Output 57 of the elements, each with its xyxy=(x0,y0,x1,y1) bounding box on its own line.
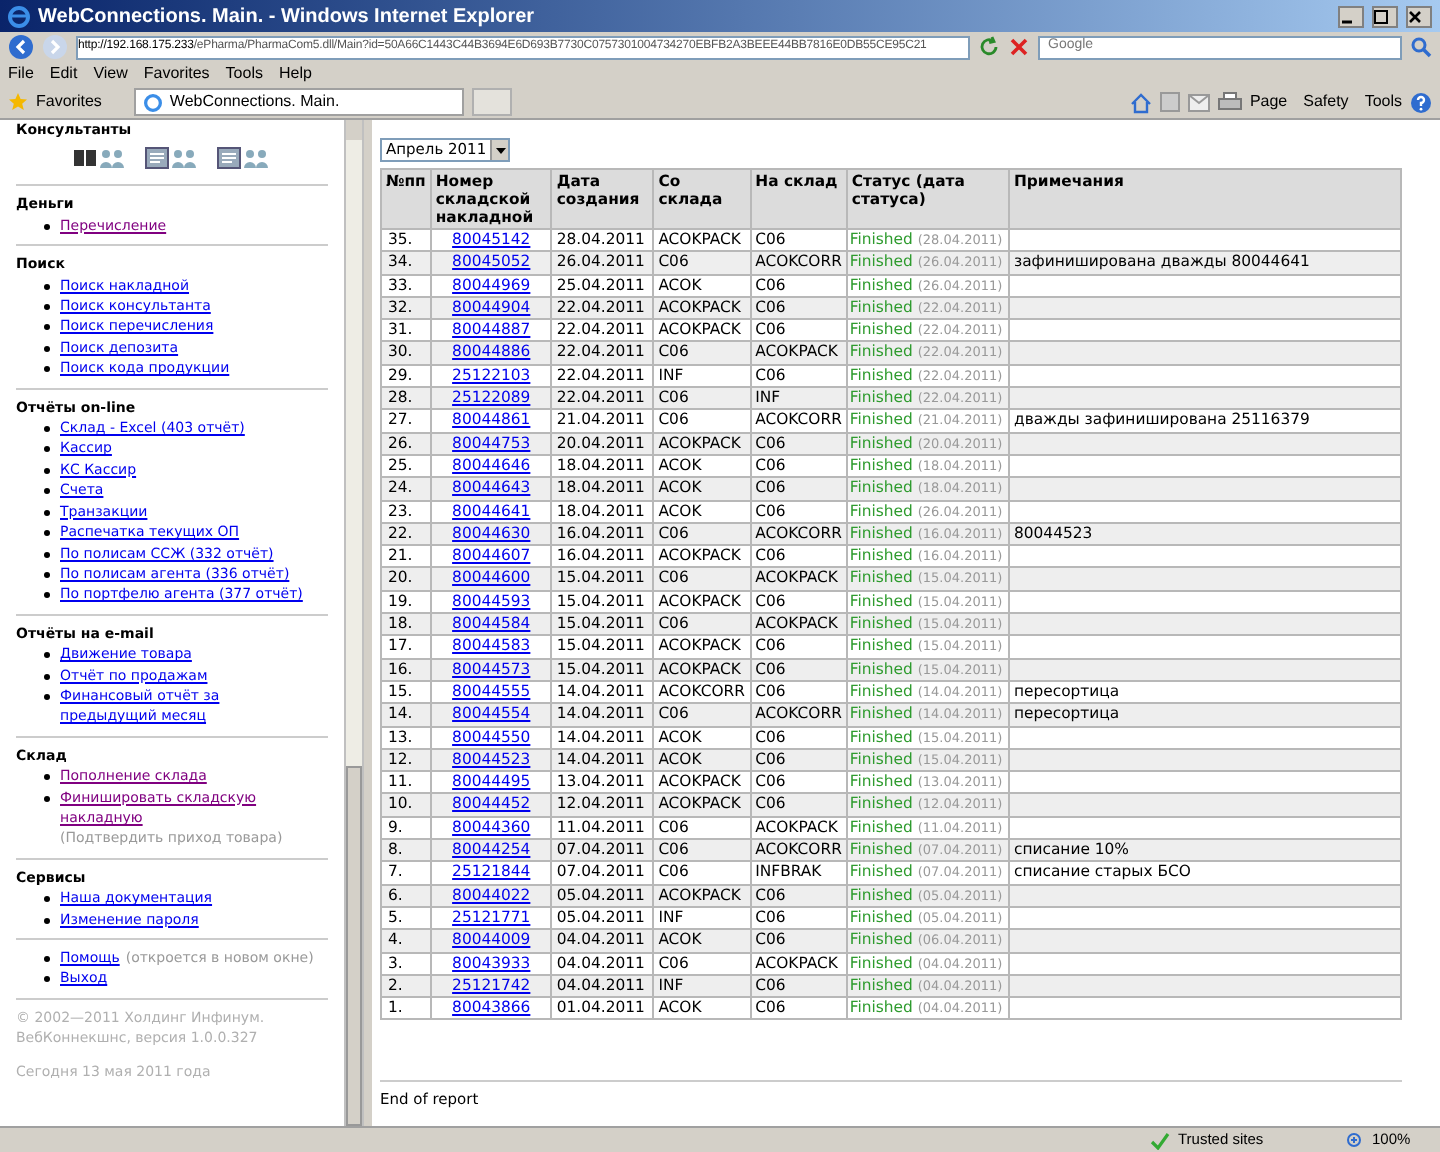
close-button[interactable] xyxy=(1406,5,1432,27)
bullet-icon xyxy=(44,795,50,802)
close-icon xyxy=(1408,9,1422,23)
home-icon[interactable] xyxy=(1129,91,1152,113)
bullet-icon xyxy=(44,304,50,311)
help-icon[interactable] xyxy=(1410,91,1432,113)
command-button[interactable]: Safety xyxy=(1303,90,1349,114)
bullet-icon xyxy=(44,673,50,680)
form-people-icon[interactable] xyxy=(216,146,272,171)
check-icon xyxy=(1150,1131,1170,1149)
menu-item[interactable]: View xyxy=(93,62,128,86)
back-icon[interactable] xyxy=(8,34,34,60)
search-icon[interactable] xyxy=(1410,36,1432,58)
menu-item[interactable]: Tools xyxy=(225,62,263,86)
bullet-icon xyxy=(44,509,50,516)
bullet-icon xyxy=(44,283,50,290)
maximize-button[interactable] xyxy=(1372,5,1398,27)
window-title: WebConnections. Main. - Windows Internet Explorer xyxy=(38,3,537,31)
bullet-icon xyxy=(44,652,50,659)
browser-tab[interactable]: WebConnections. Main. xyxy=(133,88,464,116)
document-people-icon[interactable] xyxy=(144,146,200,171)
bullet-icon xyxy=(44,693,50,700)
bullet-icon xyxy=(44,592,50,599)
bullet-icon xyxy=(44,896,50,903)
command-button[interactable]: Tools xyxy=(1364,90,1402,114)
star-icon xyxy=(8,92,28,112)
bullet-icon xyxy=(44,223,50,230)
bullet-icon xyxy=(44,530,50,537)
bullet-icon xyxy=(44,551,50,557)
menu-item[interactable]: Edit xyxy=(49,62,78,86)
bullet-icon xyxy=(44,345,50,352)
stop-icon[interactable] xyxy=(1008,36,1030,58)
bullet-icon xyxy=(44,774,50,781)
dropdown-arrow-icon xyxy=(495,147,506,153)
zoom-icon xyxy=(1346,1131,1364,1149)
browser-logo-icon xyxy=(8,5,30,27)
bullet-icon xyxy=(44,426,50,433)
scrollbar[interactable] xyxy=(344,120,364,1126)
menu-item[interactable]: File xyxy=(8,62,34,86)
bullet-icon xyxy=(44,956,50,962)
bullet-icon xyxy=(44,488,50,495)
refresh-icon[interactable] xyxy=(978,36,1000,58)
command-button[interactable]: Page xyxy=(1249,90,1288,114)
bullet-icon xyxy=(44,571,50,578)
maximize-icon xyxy=(1374,9,1388,23)
favorites-button[interactable]: Favorites xyxy=(36,90,102,114)
mail-icon[interactable] xyxy=(1187,93,1210,111)
bullet-icon xyxy=(44,976,50,983)
printer-icon[interactable] xyxy=(1217,92,1242,112)
bullet-icon xyxy=(44,446,50,453)
minimize-button[interactable] xyxy=(1338,5,1364,27)
bullet-icon xyxy=(44,467,50,474)
bullet-icon xyxy=(44,324,50,331)
bullet-icon xyxy=(44,366,50,373)
menu-item[interactable]: Help xyxy=(278,62,312,86)
menu-item[interactable]: Favorites xyxy=(143,62,210,86)
bullet-icon xyxy=(44,917,50,924)
